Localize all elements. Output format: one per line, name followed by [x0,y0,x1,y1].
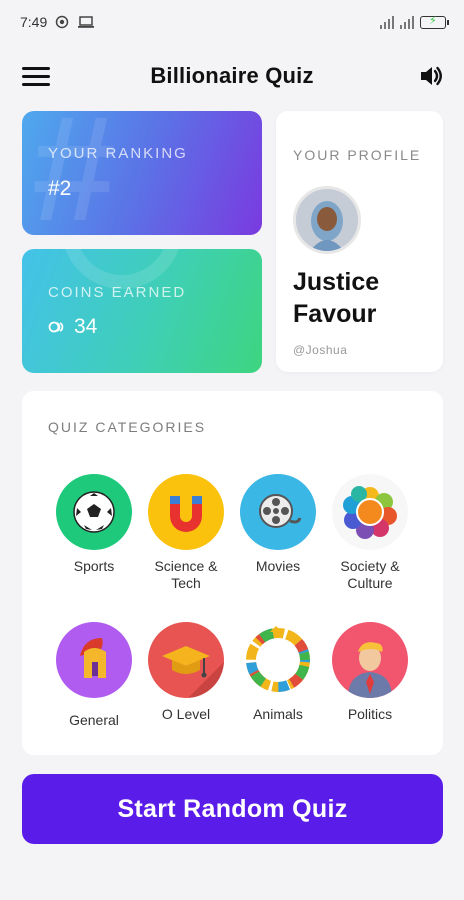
ranking-card[interactable]: # YOUR RANKING #2 [22,111,262,235]
coins-value-row: 34 [48,315,97,339]
profile-name: Justice Favour [293,266,379,330]
record-icon [56,15,69,29]
hamburger-menu-icon[interactable] [22,67,50,87]
profile-name-line1: Justice [293,268,380,296]
category-label: Science & Tech [154,558,218,591]
avatar[interactable] [293,186,361,254]
hash-decoration: # [32,111,116,235]
culture-wheel-icon [332,474,408,550]
category-animals[interactable]: Animals [232,622,324,723]
category-label: Politics [347,706,393,722]
start-random-quiz-button[interactable]: Start Random Quiz [22,774,443,844]
magnet-icon [148,474,224,550]
avatar-image [296,189,358,251]
category-label: Society & Culture [340,558,400,591]
page-title: Billionaire Quiz [150,63,314,88]
animals-wreath-icon [240,622,316,698]
coins-value: 34 [74,315,98,338]
status-time: 7:49 [20,14,48,30]
category-general[interactable]: General [48,622,140,729]
status-right: ⚡ [380,15,449,29]
politician-icon [332,622,408,698]
coins-label: COINS EARNED [48,284,187,301]
category-o-level[interactable]: O Level [140,622,232,723]
status-bar: 7:49 ⚡ [0,0,464,44]
categories-heading: QUIZ CATEGORIES [48,419,207,435]
category-society-culture[interactable]: Society & Culture [324,474,416,592]
graduation-cap-icon [148,622,224,698]
coins-card[interactable]: COINS EARNED 34 [22,249,262,373]
category-sports[interactable]: Sports [48,474,140,575]
category-science-tech[interactable]: Science & Tech [140,474,232,592]
category-label: Movies [255,558,301,574]
spartan-helmet-icon [56,622,132,698]
profile-card[interactable]: YOUR PROFILE Justice Favour @Joshua [276,111,443,372]
category-label: General [69,712,119,728]
profile-handle: @Joshua [293,343,348,357]
category-label: Animals [253,706,303,722]
quiz-categories-panel: QUIZ CATEGORIES Sports Science & Tech Mo… [22,391,443,755]
category-politics[interactable]: Politics [324,622,416,723]
status-left: 7:49 [20,14,95,30]
coins-icon [48,322,64,333]
app-header: Billionaire Quiz [0,52,464,100]
profile-name-line2: Favour [293,300,377,328]
ranking-label: YOUR RANKING [48,145,188,162]
soccer-ball-icon [56,474,132,550]
laptop-icon [78,16,95,28]
category-movies[interactable]: Movies [232,474,324,575]
signal-icon-2 [400,15,414,29]
ring-decoration [62,249,182,289]
ranking-value: #2 [48,177,72,200]
speaker-volume-icon[interactable] [418,63,444,89]
category-label: Sports [73,558,115,574]
category-label: O Level [161,706,211,722]
battery-charging-icon: ⚡ [420,15,449,29]
film-reel-icon [240,474,316,550]
profile-label: YOUR PROFILE [293,147,422,163]
signal-icon [380,15,394,29]
